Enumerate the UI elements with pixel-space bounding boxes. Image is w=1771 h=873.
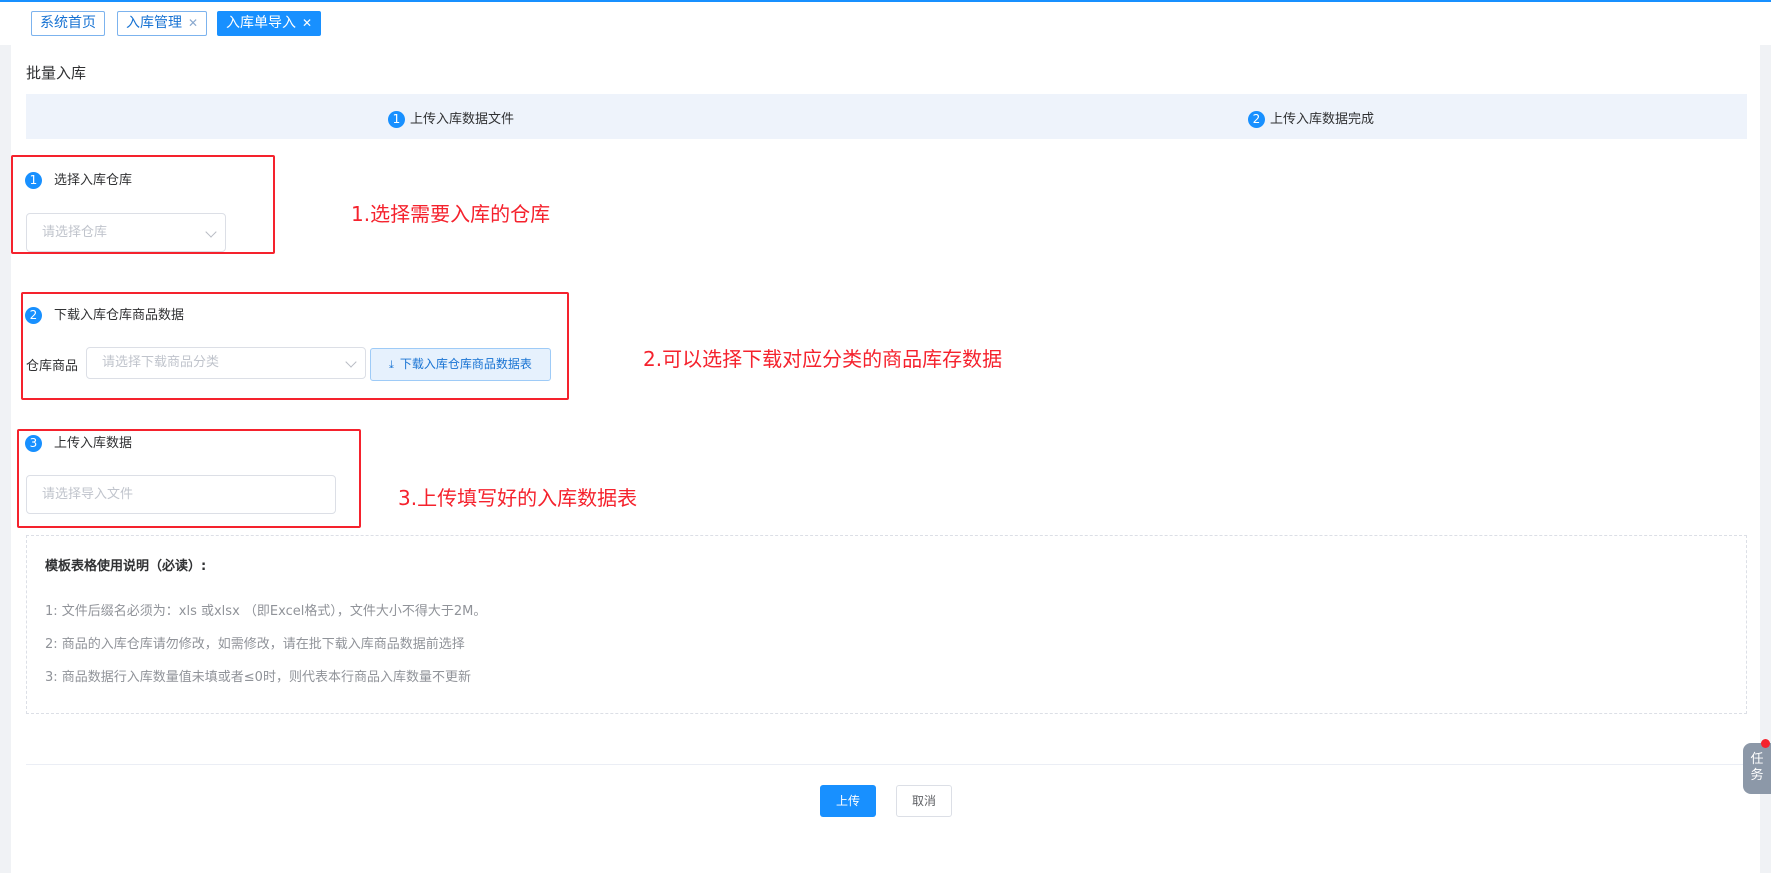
task-widget-line1: 任 [1750, 752, 1764, 767]
instruction-line: 3: 商品数据行入库数量值未填或者≤0时，则代表本行商品入库数量不更新 [45, 670, 471, 685]
step-number-badge: 1 [388, 111, 405, 128]
task-widget-line2: 务 [1750, 768, 1764, 783]
tab-stock-in-management[interactable]: 入库管理 ✕ [117, 11, 208, 36]
tab-stock-in-import[interactable]: 入库单导入 ✕ [217, 11, 322, 36]
annotation-2: 2.可以选择下载对应分类的商品库存数据 [643, 347, 1003, 371]
instruction-line: 2: 商品的入库仓库请勿修改，如需修改，请在批下载入库商品数据前选择 [45, 637, 465, 652]
annotation-box-3 [17, 429, 361, 528]
notification-dot [1761, 739, 1770, 748]
tab-home[interactable]: 系统首页 [31, 11, 105, 36]
steps-bar: 1 上传入库数据文件 2 上传入库数据完成 [26, 94, 1747, 139]
close-icon[interactable]: ✕ [188, 12, 198, 35]
step-1: 1 上传入库数据文件 [388, 108, 514, 128]
cancel-button[interactable]: 取消 [896, 785, 952, 817]
tab-home-label: 系统首页 [40, 15, 96, 31]
tab-stock-in-management-label: 入库管理 [126, 15, 182, 31]
annotation-box-1 [11, 155, 275, 254]
footer-divider [26, 764, 1747, 765]
tab-bar: 系统首页 入库管理 ✕ 入库单导入 ✕ [0, 2, 1771, 45]
instruction-line: 1: 文件后缀名必须为：xls 或xlsx （即Excel格式），文件大小不得大… [45, 604, 487, 619]
step-number-badge: 2 [1248, 111, 1265, 128]
annotation-1: 1.选择需要入库的仓库 [351, 202, 551, 226]
instructions-title: 模板表格使用说明（必读）: [45, 559, 207, 574]
step-2: 2 上传入库数据完成 [1248, 108, 1374, 128]
upload-button[interactable]: 上传 [820, 785, 876, 817]
template-instructions: 模板表格使用说明（必读）: 1: 文件后缀名必须为：xls 或xlsx （即Ex… [26, 535, 1747, 714]
page-title: 批量入库 [26, 64, 87, 82]
tab-stock-in-import-label: 入库单导入 [226, 15, 296, 31]
task-widget[interactable]: 任 务 [1743, 743, 1771, 794]
annotation-box-2 [21, 292, 569, 400]
step-2-label: 上传入库数据完成 [1270, 112, 1375, 127]
close-icon[interactable]: ✕ [302, 12, 312, 35]
annotation-3: 3.上传填写好的入库数据表 [398, 486, 638, 510]
step-1-label: 上传入库数据文件 [410, 112, 515, 127]
